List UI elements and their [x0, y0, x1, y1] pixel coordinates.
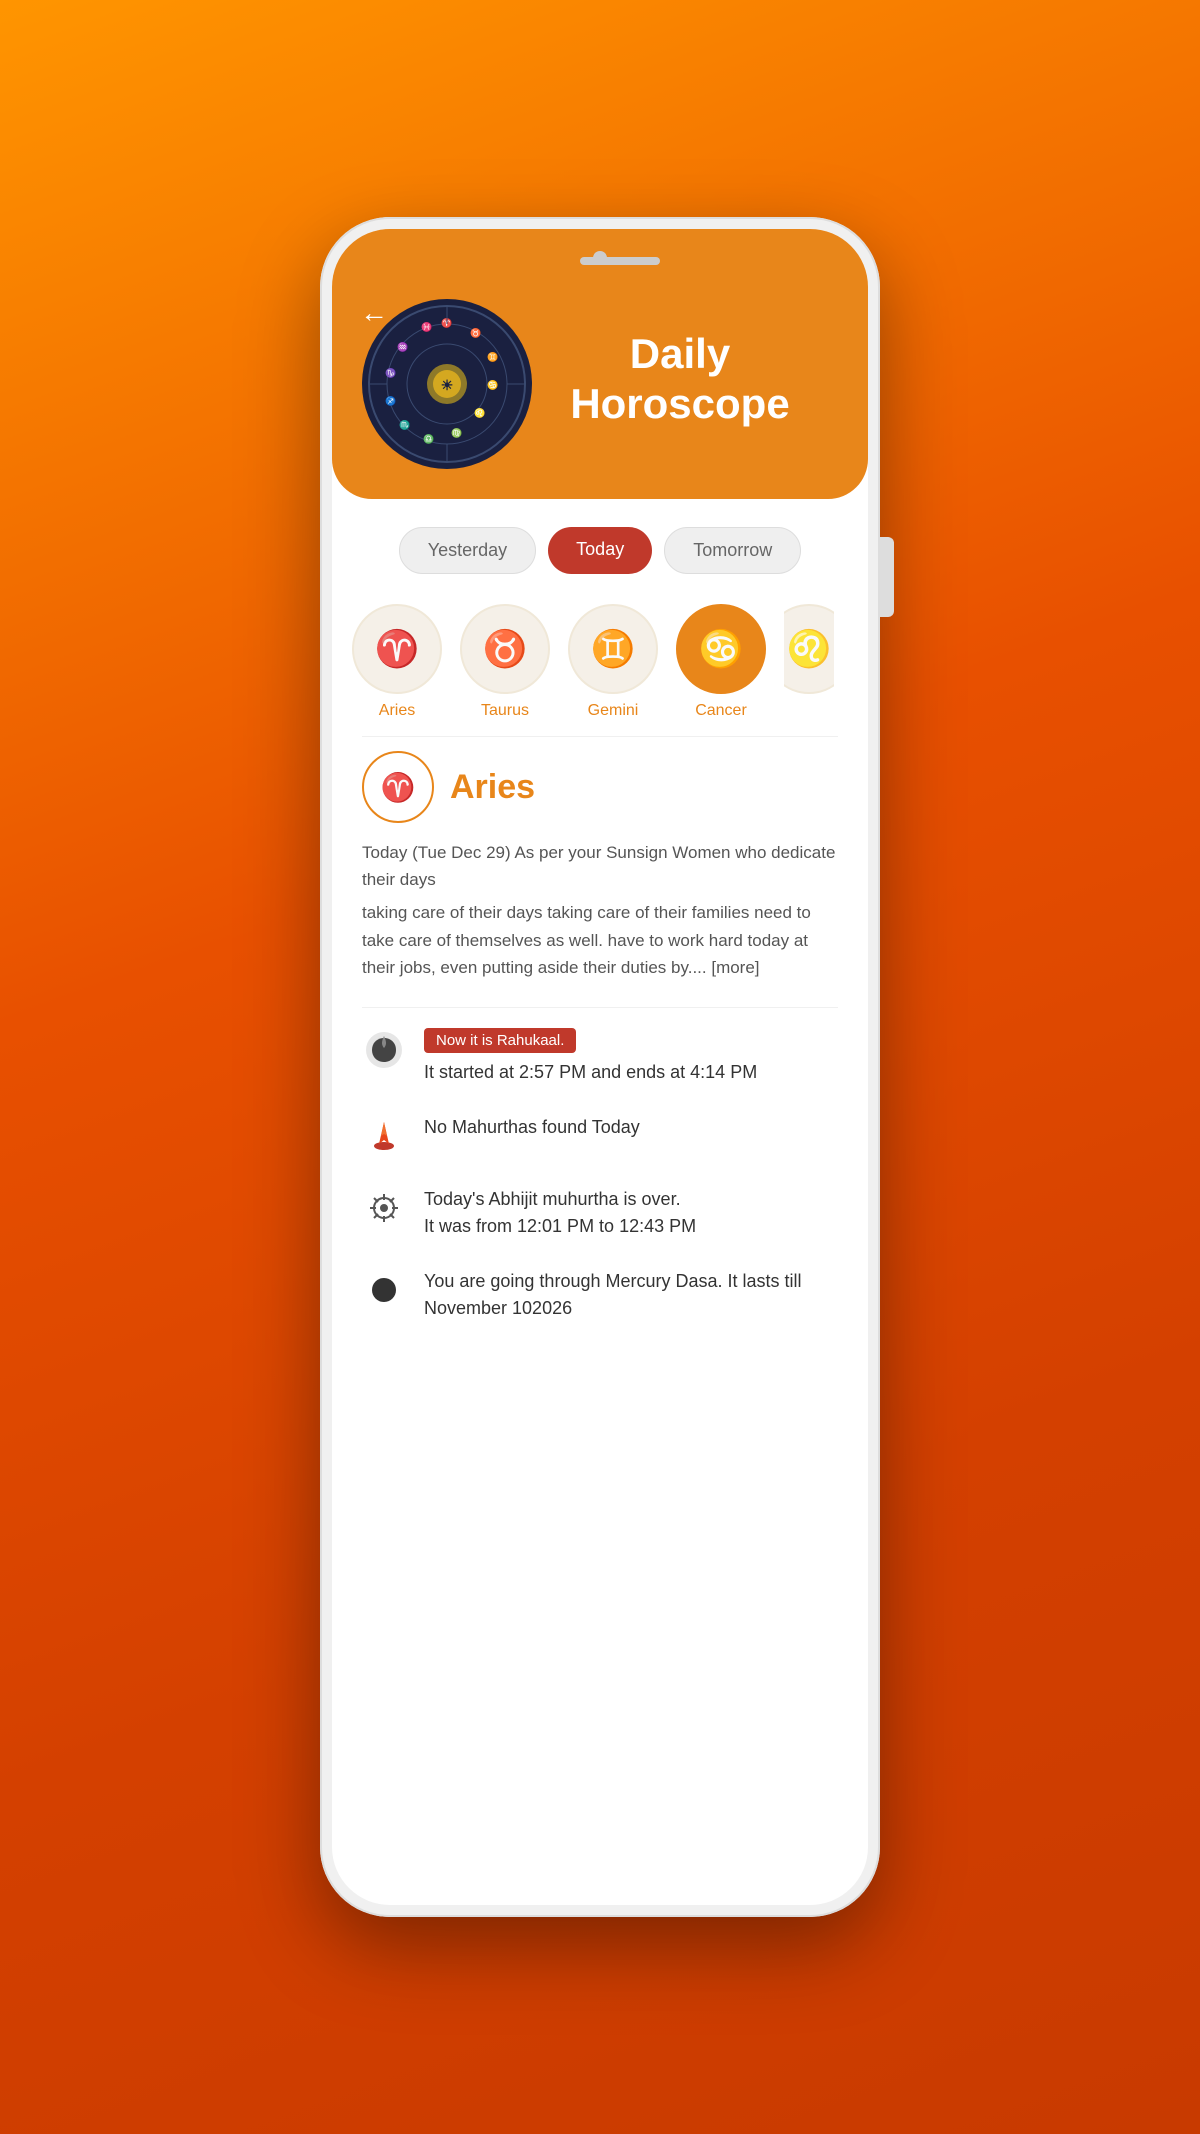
- abhijit-content: Today's Abhijit muhurtha is over. It was…: [424, 1186, 838, 1240]
- rahukaal-content: Now it is Rahukaal. It started at 2:57 P…: [424, 1028, 838, 1086]
- tab-tomorrow[interactable]: Tomorrow: [664, 527, 801, 574]
- day-tabs-container: Yesterday Today Tomorrow: [332, 499, 868, 594]
- phone-screen: ← ☀ ♈ ♉ ♊ ♋ ♌ ♍ ♎: [332, 229, 868, 1905]
- gemini-label: Gemini: [588, 702, 639, 720]
- svg-text:♌: ♌: [474, 407, 485, 418]
- svg-text:♍: ♍: [451, 427, 462, 438]
- horoscope-text-1: Today (Tue Dec 29) As per your Sunsign W…: [362, 839, 838, 893]
- abhijit-icon: [362, 1186, 406, 1230]
- sign-taurus[interactable]: ♉ Taurus: [460, 604, 550, 720]
- horoscope-text-2: taking care of their days taking care of…: [362, 899, 838, 981]
- rahukaal-text: It started at 2:57 PM and ends at 4:14 P…: [424, 1059, 838, 1086]
- gemini-icon: ♊: [568, 604, 658, 694]
- svg-text:♋: ♋: [487, 379, 498, 390]
- app-header: ← ☀ ♈ ♉ ♊ ♋ ♌ ♍ ♎: [332, 229, 868, 499]
- rahukaal-icon: [362, 1028, 406, 1072]
- header-title-line1: Daily: [630, 330, 730, 377]
- mahurtha-icon: [362, 1114, 406, 1158]
- svg-text:♒: ♒: [397, 341, 408, 352]
- cancer-label: Cancer: [695, 702, 747, 720]
- svg-text:♓: ♓: [421, 321, 432, 332]
- selected-sign-circle-icon: ♈: [362, 751, 434, 823]
- svg-text:♐: ♐: [385, 395, 396, 406]
- back-button[interactable]: ←: [360, 297, 388, 329]
- sign-cancer[interactable]: ♋ Cancer: [676, 604, 766, 720]
- selected-sign-content: ♈ Aries Today (Tue Dec 29) As per your S…: [332, 737, 868, 1007]
- mahurtha-text: No Mahurthas found Today: [424, 1114, 838, 1141]
- sign-leo-partial[interactable]: ♌: [784, 604, 834, 720]
- header-title-line2: Horoscope: [570, 380, 789, 427]
- svg-text:♑: ♑: [385, 367, 396, 378]
- volume-button: [880, 537, 894, 617]
- mercury-text: You are going through Mercury Dasa. It l…: [424, 1268, 838, 1322]
- svg-text:♊: ♊: [487, 351, 498, 362]
- sign-gemini[interactable]: ♊ Gemini: [568, 604, 658, 720]
- abhijit-item: Today's Abhijit muhurtha is over. It was…: [362, 1186, 838, 1240]
- aries-icon: ♈: [352, 604, 442, 694]
- mercury-icon: [362, 1268, 406, 1312]
- header-title: Daily Horoscope: [532, 329, 838, 430]
- selected-sign-header: ♈ Aries: [362, 751, 838, 823]
- phone-frame: ← ☀ ♈ ♉ ♊ ♋ ♌ ♍ ♎: [320, 217, 880, 1917]
- sign-aries[interactable]: ♈ Aries: [352, 604, 442, 720]
- svg-text:♉: ♉: [470, 327, 481, 338]
- taurus-icon: ♉: [460, 604, 550, 694]
- svg-text:☀: ☀: [441, 377, 454, 393]
- leo-icon: ♌: [784, 604, 834, 694]
- aries-label: Aries: [379, 702, 415, 720]
- tab-today[interactable]: Today: [548, 527, 652, 574]
- abhijit-text: Today's Abhijit muhurtha is over. It was…: [424, 1186, 838, 1240]
- tab-yesterday[interactable]: Yesterday: [399, 527, 536, 574]
- zodiac-signs-scroll: ♈ Aries ♉ Taurus ♊ Gemini ♋ Cancer ♌: [332, 594, 868, 736]
- rahukaal-item: Now it is Rahukaal. It started at 2:57 P…: [362, 1028, 838, 1086]
- selected-sign-name: Aries: [450, 768, 535, 807]
- more-link[interactable]: [more]: [711, 958, 759, 977]
- mercury-item: You are going through Mercury Dasa. It l…: [362, 1268, 838, 1322]
- speaker: [580, 257, 660, 265]
- rahukaal-badge: Now it is Rahukaal.: [424, 1028, 576, 1053]
- svg-text:♎: ♎: [423, 433, 434, 444]
- info-section: Now it is Rahukaal. It started at 2:57 P…: [332, 1008, 868, 1342]
- svg-text:♏: ♏: [399, 419, 410, 430]
- taurus-label: Taurus: [481, 702, 529, 720]
- mercury-content: You are going through Mercury Dasa. It l…: [424, 1268, 838, 1322]
- cancer-icon: ♋: [676, 604, 766, 694]
- mahurtha-content: No Mahurthas found Today: [424, 1114, 838, 1141]
- mahurtha-item: No Mahurthas found Today: [362, 1114, 838, 1158]
